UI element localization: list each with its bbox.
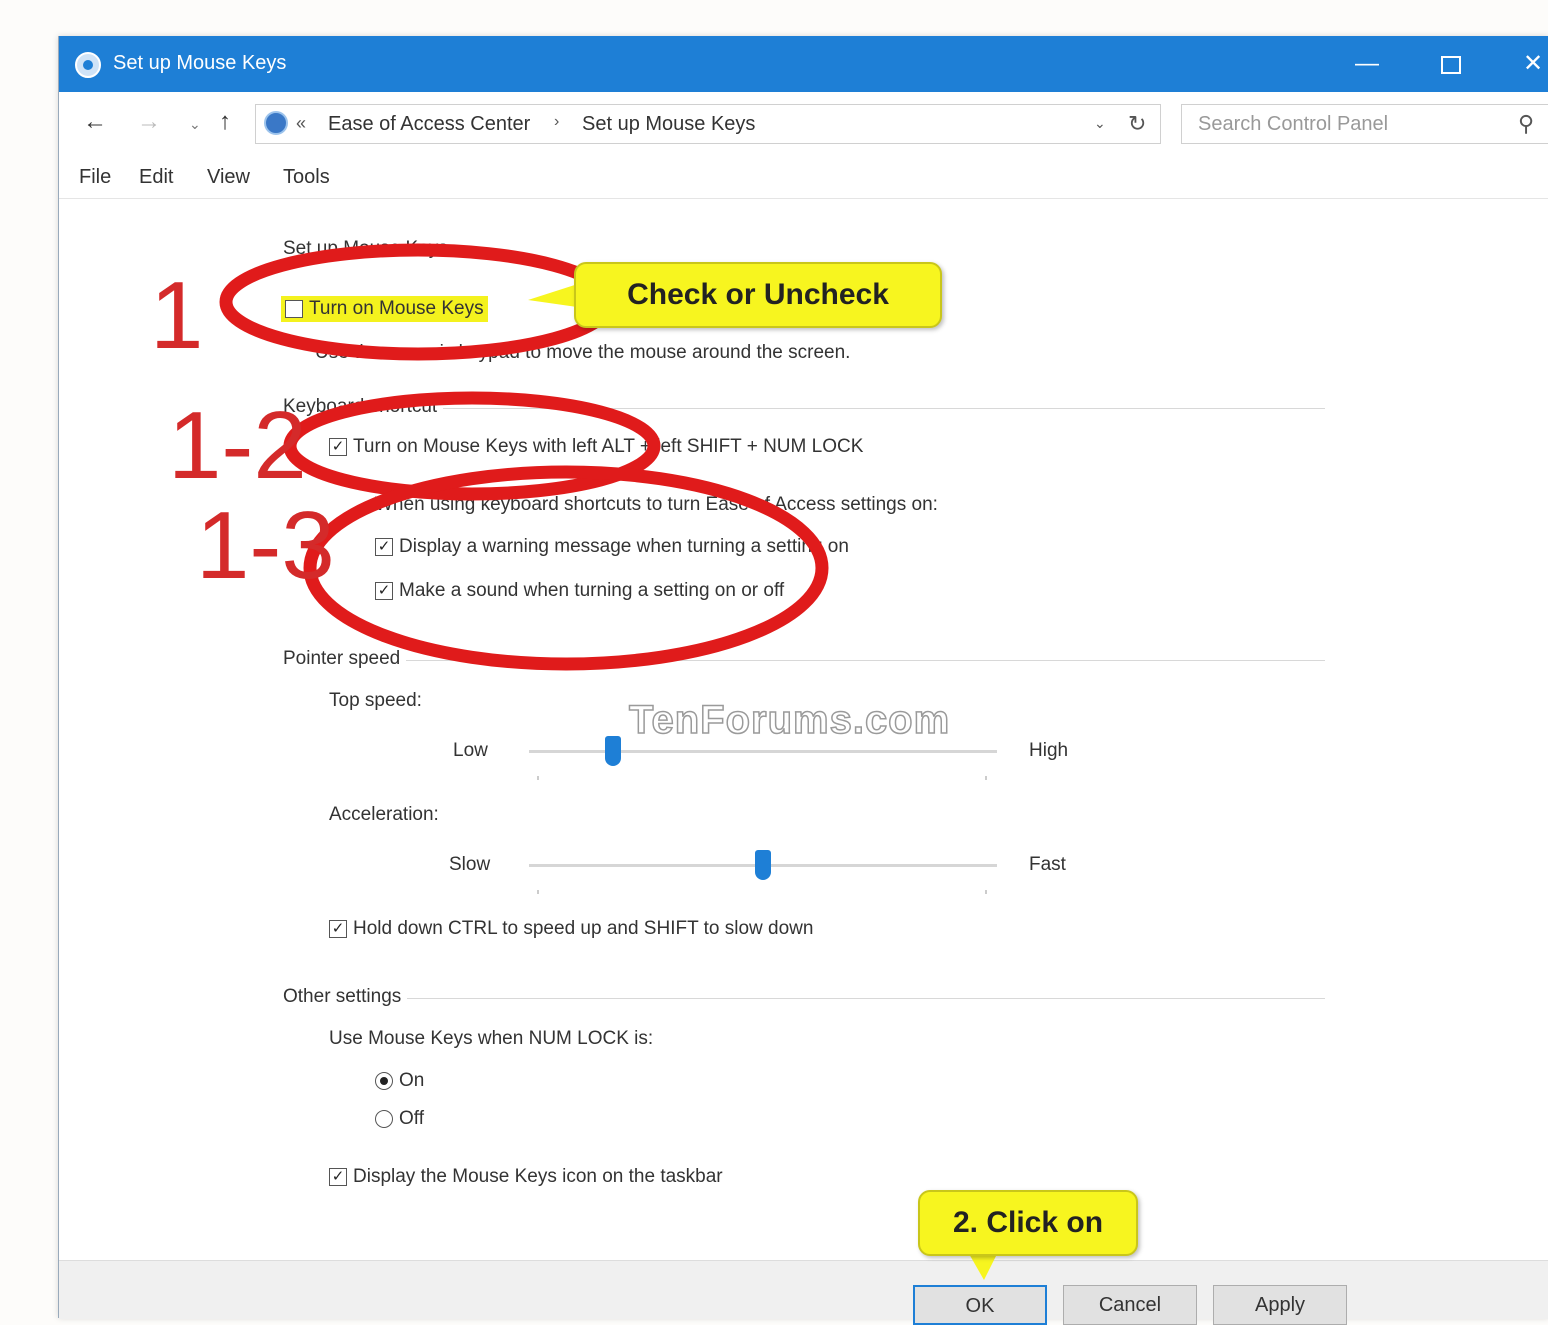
breadcrumb-separator[interactable]: › bbox=[554, 113, 559, 131]
title-bar: Set up Mouse Keys — ✕ bbox=[59, 36, 1548, 92]
ease-of-access-icon bbox=[75, 52, 101, 78]
callout-click-on: 2. Click on bbox=[918, 1190, 1138, 1256]
pointer-speed-heading: Pointer speed bbox=[283, 648, 407, 670]
control-panel-icon bbox=[264, 111, 288, 135]
warning-label: Display a warning message when turning a… bbox=[399, 536, 849, 557]
turn-on-checkbox-box[interactable] bbox=[285, 300, 303, 318]
forward-button[interactable]: → bbox=[137, 108, 161, 136]
taskbar-icon-checkbox-box[interactable]: ✓ bbox=[329, 1168, 347, 1186]
acceleration-slow-label: Slow bbox=[449, 854, 491, 875]
up-button[interactable]: ↑ bbox=[219, 108, 231, 136]
search-placeholder: Search Control Panel bbox=[1198, 113, 1389, 135]
breadcrumb-mouse-keys[interactable]: Set up Mouse Keys bbox=[582, 113, 755, 136]
acceleration-slider[interactable] bbox=[529, 850, 997, 880]
shortcut-checkbox[interactable]: ✓ Turn on Mouse Keys with left ALT + lef… bbox=[329, 436, 863, 458]
warning-checkbox-box[interactable]: ✓ bbox=[375, 538, 393, 556]
num-lock-off-label: Off bbox=[399, 1108, 424, 1129]
hold-ctrl-checkbox-box[interactable]: ✓ bbox=[329, 920, 347, 938]
address-history-dropdown[interactable]: ⌄ bbox=[1094, 115, 1106, 132]
top-speed-high-label: High bbox=[1029, 740, 1069, 761]
page-heading: Set up Mouse Keys bbox=[283, 238, 454, 260]
maximize-icon bbox=[1441, 55, 1461, 74]
acceleration-label: Acceleration: bbox=[329, 804, 439, 825]
search-icon[interactable]: ⚲ bbox=[1518, 111, 1534, 137]
address-bar: ← → ⌄ ↑ « Ease of Access Center › Set up… bbox=[59, 92, 1548, 154]
when-using-shortcuts-label: When using keyboard shortcuts to turn Ea… bbox=[375, 494, 938, 515]
num-lock-on-label: On bbox=[399, 1070, 425, 1091]
pointer-speed-rule bbox=[283, 660, 1325, 661]
num-lock-on-radio[interactable]: On bbox=[375, 1070, 424, 1092]
menu-file[interactable]: File bbox=[79, 166, 111, 189]
turn-on-description: Use the numeric keypad to move the mouse… bbox=[315, 342, 851, 363]
maximize-button[interactable] bbox=[1433, 46, 1469, 82]
slider-tick bbox=[985, 776, 987, 780]
sound-label: Make a sound when turning a setting on o… bbox=[399, 580, 785, 601]
num-lock-off-radio[interactable]: Off bbox=[375, 1108, 424, 1130]
step-1-3-number: 1-3 bbox=[196, 492, 335, 599]
dialog-footer: OK Cancel Apply bbox=[59, 1260, 1548, 1325]
minimize-button[interactable]: — bbox=[1349, 46, 1385, 82]
other-settings-rule bbox=[283, 998, 1325, 999]
recent-locations-dropdown[interactable]: ⌄ bbox=[189, 116, 201, 133]
menu-edit[interactable]: Edit bbox=[139, 166, 173, 189]
slider-tick bbox=[537, 776, 539, 780]
acceleration-fast-label: Fast bbox=[1029, 854, 1066, 875]
watermark: TenForums.com bbox=[628, 697, 951, 743]
keyboard-shortcut-heading: Keyboard shortcut bbox=[283, 396, 444, 418]
hold-ctrl-checkbox[interactable]: ✓ Hold down CTRL to speed up and SHIFT t… bbox=[329, 918, 813, 940]
menu-view[interactable]: View bbox=[207, 166, 250, 189]
top-speed-slider-thumb[interactable] bbox=[605, 736, 622, 766]
callout-check-or-uncheck: Check or Uncheck bbox=[574, 262, 942, 328]
turn-on-mouse-keys-checkbox[interactable]: Turn on Mouse Keys bbox=[281, 296, 488, 322]
step-1-2-number: 1-2 bbox=[168, 392, 307, 499]
taskbar-icon-checkbox[interactable]: ✓ Display the Mouse Keys icon on the tas… bbox=[329, 1166, 723, 1188]
warning-message-checkbox[interactable]: ✓ Display a warning message when turning… bbox=[375, 536, 849, 558]
taskbar-icon-label: Display the Mouse Keys icon on the taskb… bbox=[353, 1166, 723, 1187]
ok-button[interactable]: OK bbox=[913, 1285, 1047, 1325]
turn-on-highlight: Turn on Mouse Keys bbox=[281, 296, 488, 322]
search-input[interactable]: Search Control Panel ⚲ bbox=[1181, 104, 1548, 144]
close-button[interactable]: ✕ bbox=[1515, 46, 1548, 82]
num-lock-off-radio-dot[interactable] bbox=[375, 1110, 393, 1128]
menu-bar: File Edit View Tools bbox=[59, 154, 1548, 199]
top-speed-slider[interactable] bbox=[529, 736, 997, 766]
hold-ctrl-label: Hold down CTRL to speed up and SHIFT to … bbox=[353, 918, 814, 939]
top-speed-low-label: Low bbox=[453, 740, 488, 761]
cancel-button[interactable]: Cancel bbox=[1063, 1285, 1197, 1325]
sound-checkbox-box[interactable]: ✓ bbox=[375, 582, 393, 600]
num-lock-label: Use Mouse Keys when NUM LOCK is: bbox=[329, 1028, 654, 1049]
address-field[interactable]: « Ease of Access Center › Set up Mouse K… bbox=[255, 104, 1161, 144]
apply-button[interactable]: Apply bbox=[1213, 1285, 1347, 1325]
shortcut-checkbox-box[interactable]: ✓ bbox=[329, 438, 347, 456]
back-button[interactable]: ← bbox=[83, 108, 107, 136]
breadcrumb-ease-of-access[interactable]: Ease of Access Center bbox=[328, 113, 530, 136]
slider-tick bbox=[985, 890, 987, 894]
turn-on-label: Turn on Mouse Keys bbox=[309, 298, 484, 319]
shortcut-label: Turn on Mouse Keys with left ALT + left … bbox=[353, 436, 864, 457]
sound-checkbox[interactable]: ✓ Make a sound when turning a setting on… bbox=[375, 580, 784, 602]
menu-tools[interactable]: Tools bbox=[283, 166, 330, 189]
settings-content: Set up Mouse Keys Turn on Mouse Keys Use… bbox=[59, 198, 1548, 1318]
window-title: Set up Mouse Keys bbox=[113, 52, 287, 74]
step-1-number: 1 bbox=[150, 262, 204, 369]
acceleration-slider-thumb[interactable] bbox=[755, 850, 771, 880]
other-settings-heading: Other settings bbox=[283, 986, 408, 1008]
mouse-keys-window: Set up Mouse Keys — ✕ ← → ⌄ ↑ « Ease of … bbox=[58, 36, 1548, 1325]
top-speed-label: Top speed: bbox=[329, 690, 422, 711]
slider-tick bbox=[537, 890, 539, 894]
breadcrumb-overflow[interactable]: « bbox=[296, 113, 306, 134]
num-lock-on-radio-dot[interactable] bbox=[375, 1072, 393, 1090]
refresh-icon[interactable]: ↻ bbox=[1128, 111, 1146, 137]
